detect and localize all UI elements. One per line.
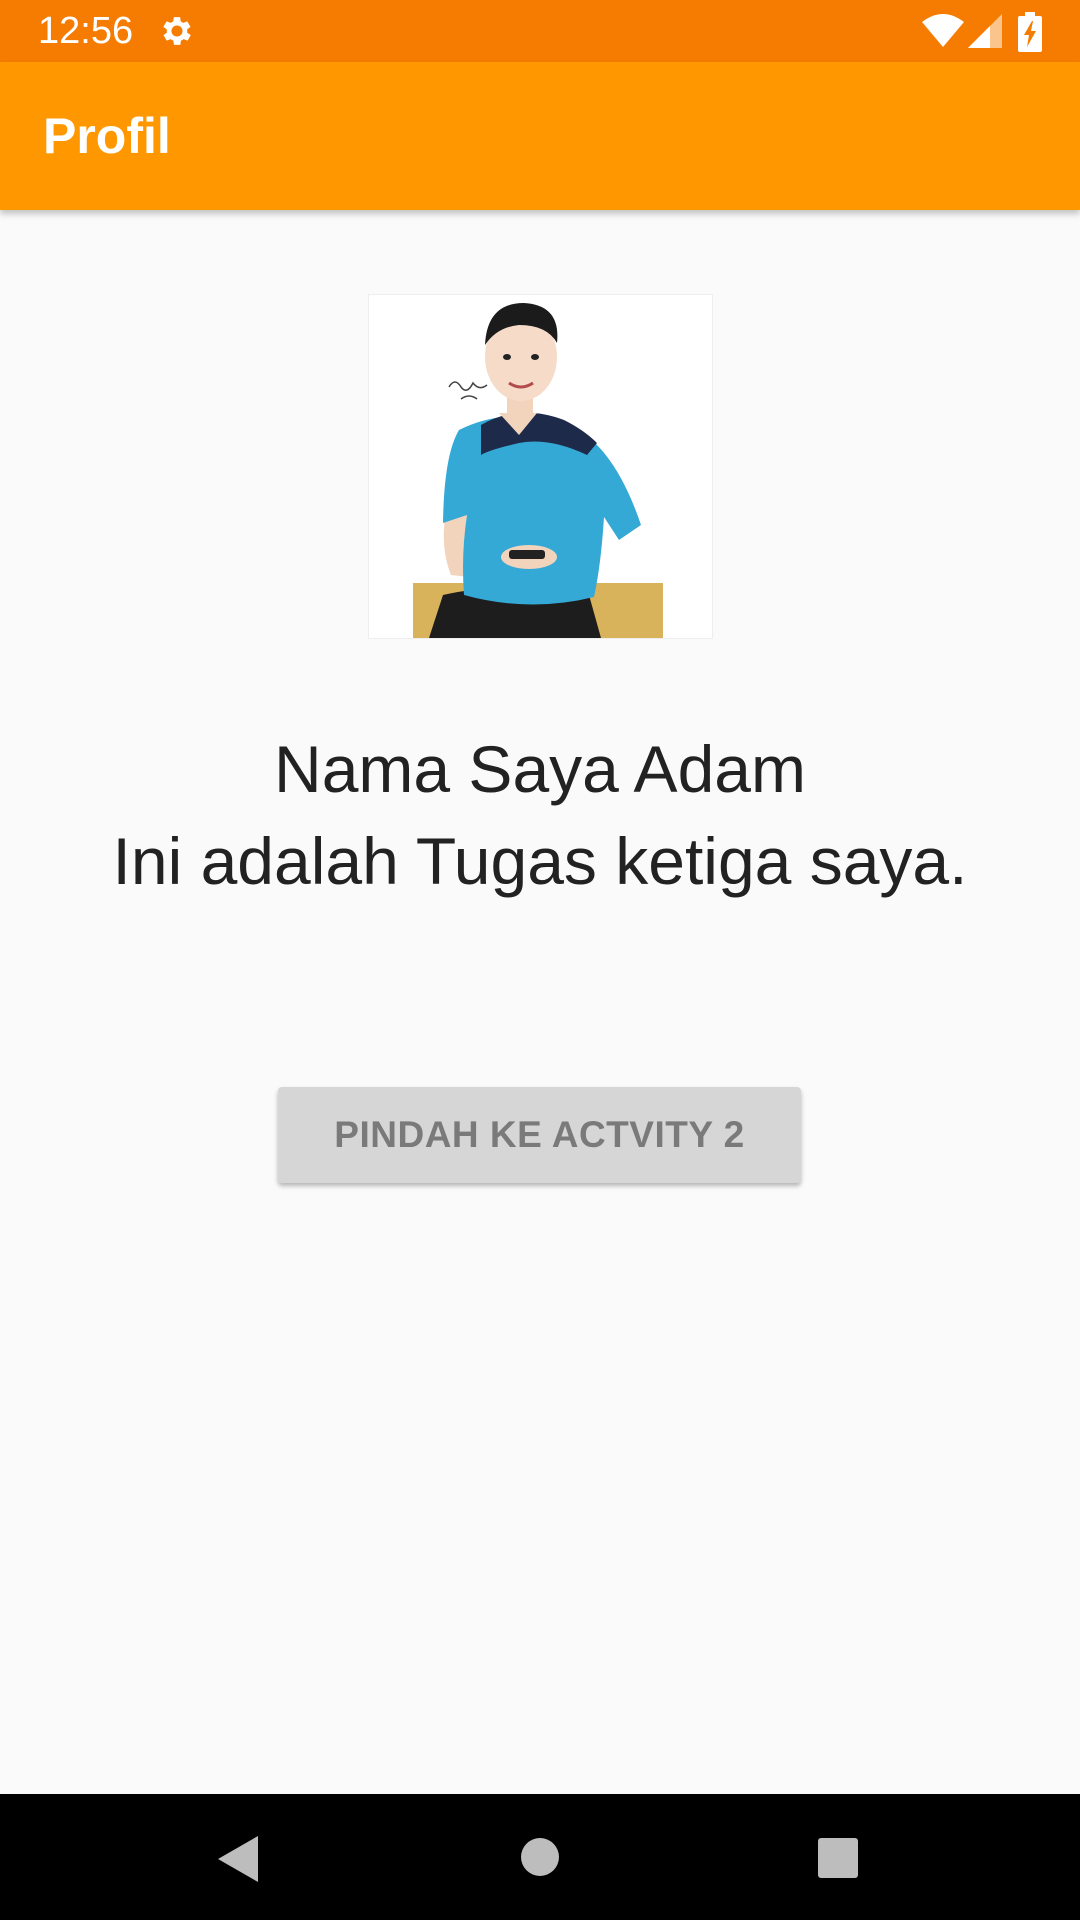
app-bar: Profil	[0, 62, 1080, 210]
profile-description: Nama Saya Adam Ini adalah Tugas ketiga s…	[0, 723, 1080, 907]
go-to-activity-2-button[interactable]: PINDAH KE ACTVITY 2	[278, 1087, 801, 1183]
gear-icon	[163, 17, 191, 45]
profile-task-line: Ini adalah Tugas ketiga saya.	[112, 824, 968, 898]
page-title: Profil	[43, 108, 171, 164]
status-bar: 12:56	[0, 0, 1080, 62]
home-icon[interactable]	[520, 1837, 560, 1877]
profile-illustration	[413, 295, 668, 638]
wifi-icon	[922, 14, 964, 47]
back-icon[interactable]	[218, 1836, 258, 1882]
battery-charging-icon	[1018, 12, 1042, 52]
cell-signal-icon	[968, 14, 1002, 48]
profile-image	[368, 294, 713, 639]
status-time: 12:56	[38, 10, 134, 52]
recents-icon[interactable]	[818, 1838, 858, 1878]
profile-name-line: Nama Saya Adam	[274, 732, 806, 806]
